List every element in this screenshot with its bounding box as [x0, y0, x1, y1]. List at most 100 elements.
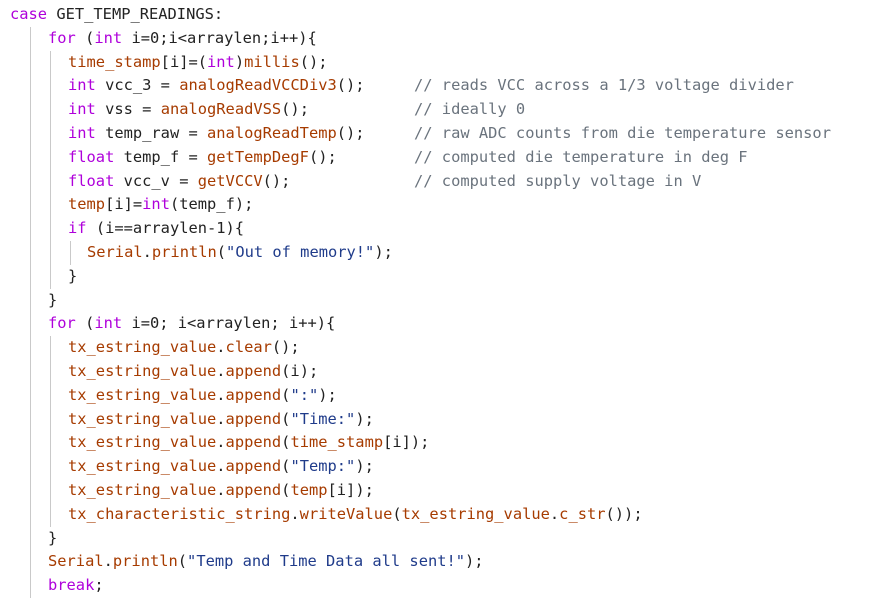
code-token-function: println [112, 552, 178, 571]
code-token-plain: temp_raw = [95, 124, 208, 142]
code-line: tx_estring_value.clear(); [68, 336, 300, 360]
code-token-function: tx_estring_value [401, 504, 550, 523]
code-token-plain: i=0;i<arraylen;i++){ [122, 28, 317, 47]
code-token-keyword: int [68, 124, 96, 142]
code-token-plain: . [142, 243, 152, 261]
code-token-plain: } [68, 266, 78, 285]
code-token-keyword: break [48, 576, 95, 595]
code-token-plain: ); [374, 243, 393, 261]
code-token-function: append [225, 481, 282, 499]
code-comment: // reads VCC across a 1/3 voltage divide… [414, 76, 794, 95]
code-token-plain: ); [355, 457, 374, 476]
code-token-function: c_str [559, 504, 606, 523]
code-token-string: ":" [290, 385, 319, 404]
code-token-string: "Time:" [290, 409, 356, 428]
code-token-function: tx_estring_value [68, 409, 217, 428]
code-line: tx_characteristic_string.writeValue(tx_e… [68, 503, 643, 527]
code-token-keyword: int [142, 195, 170, 214]
code-token-plain: . [549, 504, 560, 523]
code-token-plain: ); [355, 409, 374, 428]
code-token-function: clear [225, 338, 272, 357]
code-token-plain: (); [299, 52, 328, 71]
code-token-plain: (); [262, 171, 291, 190]
code-line: tx_estring_value.append("Temp:"); [68, 455, 374, 479]
code-line: temp[i]=int(temp_f); [68, 193, 253, 217]
code-token-plain: ); [465, 552, 484, 571]
code-token-plain: vcc_3 = [95, 76, 180, 95]
code-token-function: append [225, 457, 282, 476]
code-token-plain: ( [177, 552, 188, 571]
code-line: } [48, 527, 57, 551]
code-token-plain: ()); [605, 504, 643, 523]
code-token-plain: ( [75, 314, 95, 333]
code-token-function: time_stamp [68, 52, 161, 71]
code-token-keyword: float [68, 171, 115, 190]
code-comment: // computed supply voltage in V [414, 171, 702, 190]
code-line: if (i==arraylen-1){ [68, 217, 244, 241]
code-token-function: temp [290, 481, 328, 499]
code-token-function: writeValue [299, 504, 393, 523]
code-token-function: analogReadTemp [207, 124, 337, 142]
code-token-function: tx_estring_value [68, 481, 217, 499]
code-token-function: println [151, 243, 217, 261]
code-line: Serial.println("Temp and Time Data all s… [48, 550, 484, 574]
code-token-function: Serial [48, 552, 104, 571]
code-token-function: append [225, 409, 282, 428]
code-token-string: "Out of memory!" [226, 243, 375, 261]
code-token-plain: temp_f = [114, 147, 208, 166]
code-line: case GET_TEMP_READINGS: [10, 3, 223, 27]
code-line: tx_estring_value.append(i); [68, 360, 318, 384]
code-line: } [68, 265, 77, 289]
code-line: for (int i=0;i<arraylen;i++){ [48, 27, 317, 51]
code-token-keyword: if [68, 219, 87, 238]
code-line: break; [48, 574, 104, 598]
code-token-plain: . [216, 457, 226, 476]
code-token-plain: [i]); [383, 433, 430, 452]
code-token-plain: [i]=( [160, 52, 208, 71]
code-line: tx_estring_value.append(":"); [68, 384, 337, 408]
code-token-function: Serial [87, 243, 143, 261]
code-token-plain: ) [234, 52, 245, 71]
code-token-function: analogReadVCCDiv3 [179, 76, 337, 95]
code-token-plain: . [216, 409, 226, 428]
code-token-plain: ; [94, 576, 104, 595]
code-token-function: analogReadVSS [160, 100, 282, 119]
code-line: Serial.println("Out of memory!"); [87, 241, 393, 265]
code-token-keyword: case [10, 5, 48, 23]
code-token-plain: . [216, 338, 226, 357]
code-token-plain: (i); [281, 362, 319, 380]
code-token-string: "Temp and Time Data all sent!" [187, 552, 466, 571]
code-line: for (int i=0; i<arraylen; i++){ [48, 312, 335, 336]
code-token-keyword: int [68, 100, 96, 119]
code-token-plain: . [216, 433, 226, 452]
code-line: tx_estring_value.append(time_stamp[i]); [68, 431, 429, 455]
indent-guide [70, 241, 71, 265]
code-comment: // computed die temperature in deg F [414, 147, 748, 166]
code-token-plain: i=0; i<arraylen; i++){ [122, 314, 336, 333]
code-token-function: append [225, 433, 282, 452]
code-line: float temp_f = getTempDegF(); [68, 146, 337, 170]
code-token-plain: (); [271, 338, 300, 357]
code-token-plain: (); [336, 76, 365, 95]
code-comment: // raw ADC counts from die temperature s… [414, 124, 831, 142]
code-token-plain: ( [216, 243, 227, 261]
code-token-function: tx_estring_value [68, 457, 217, 476]
code-token-plain: . [216, 481, 226, 499]
code-token-keyword: for [48, 314, 76, 333]
code-token-function: tx_estring_value [68, 433, 217, 452]
code-token-function: time_stamp [290, 433, 384, 452]
code-token-plain: (temp_f); [169, 195, 254, 214]
code-token-plain: } [48, 290, 58, 309]
code-token-plain: ( [75, 28, 95, 47]
code-token-plain: vss = [95, 100, 161, 119]
code-token-function: tx_characteristic_string [68, 504, 291, 523]
code-editor-view[interactable]: case GET_TEMP_READINGS: for (int i=0;i<ar… [0, 0, 891, 598]
code-line: float vcc_v = getVCCV(); [68, 170, 290, 194]
code-token-plain: . [103, 552, 113, 571]
code-token-keyword: int [68, 76, 96, 95]
code-line: int temp_raw = analogReadTemp(); [68, 122, 365, 146]
code-token-plain: . [290, 504, 300, 523]
code-token-string: "Temp:" [290, 457, 356, 476]
code-token-keyword: for [48, 28, 76, 47]
code-token-keyword: int [207, 52, 235, 71]
